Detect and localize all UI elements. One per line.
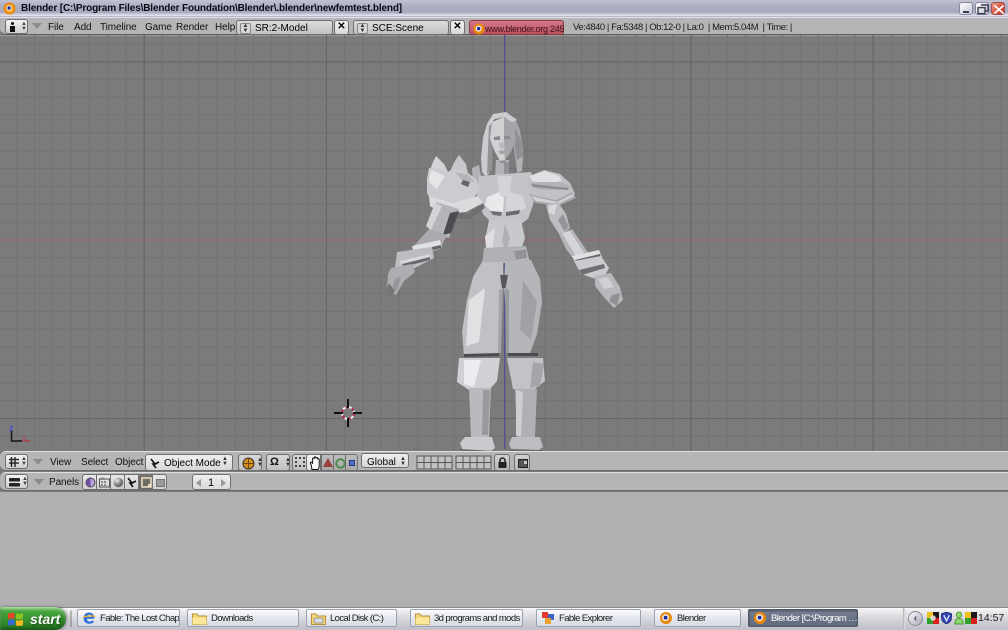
svg-text:z: z <box>9 423 14 433</box>
svg-text:x: x <box>22 432 27 442</box>
